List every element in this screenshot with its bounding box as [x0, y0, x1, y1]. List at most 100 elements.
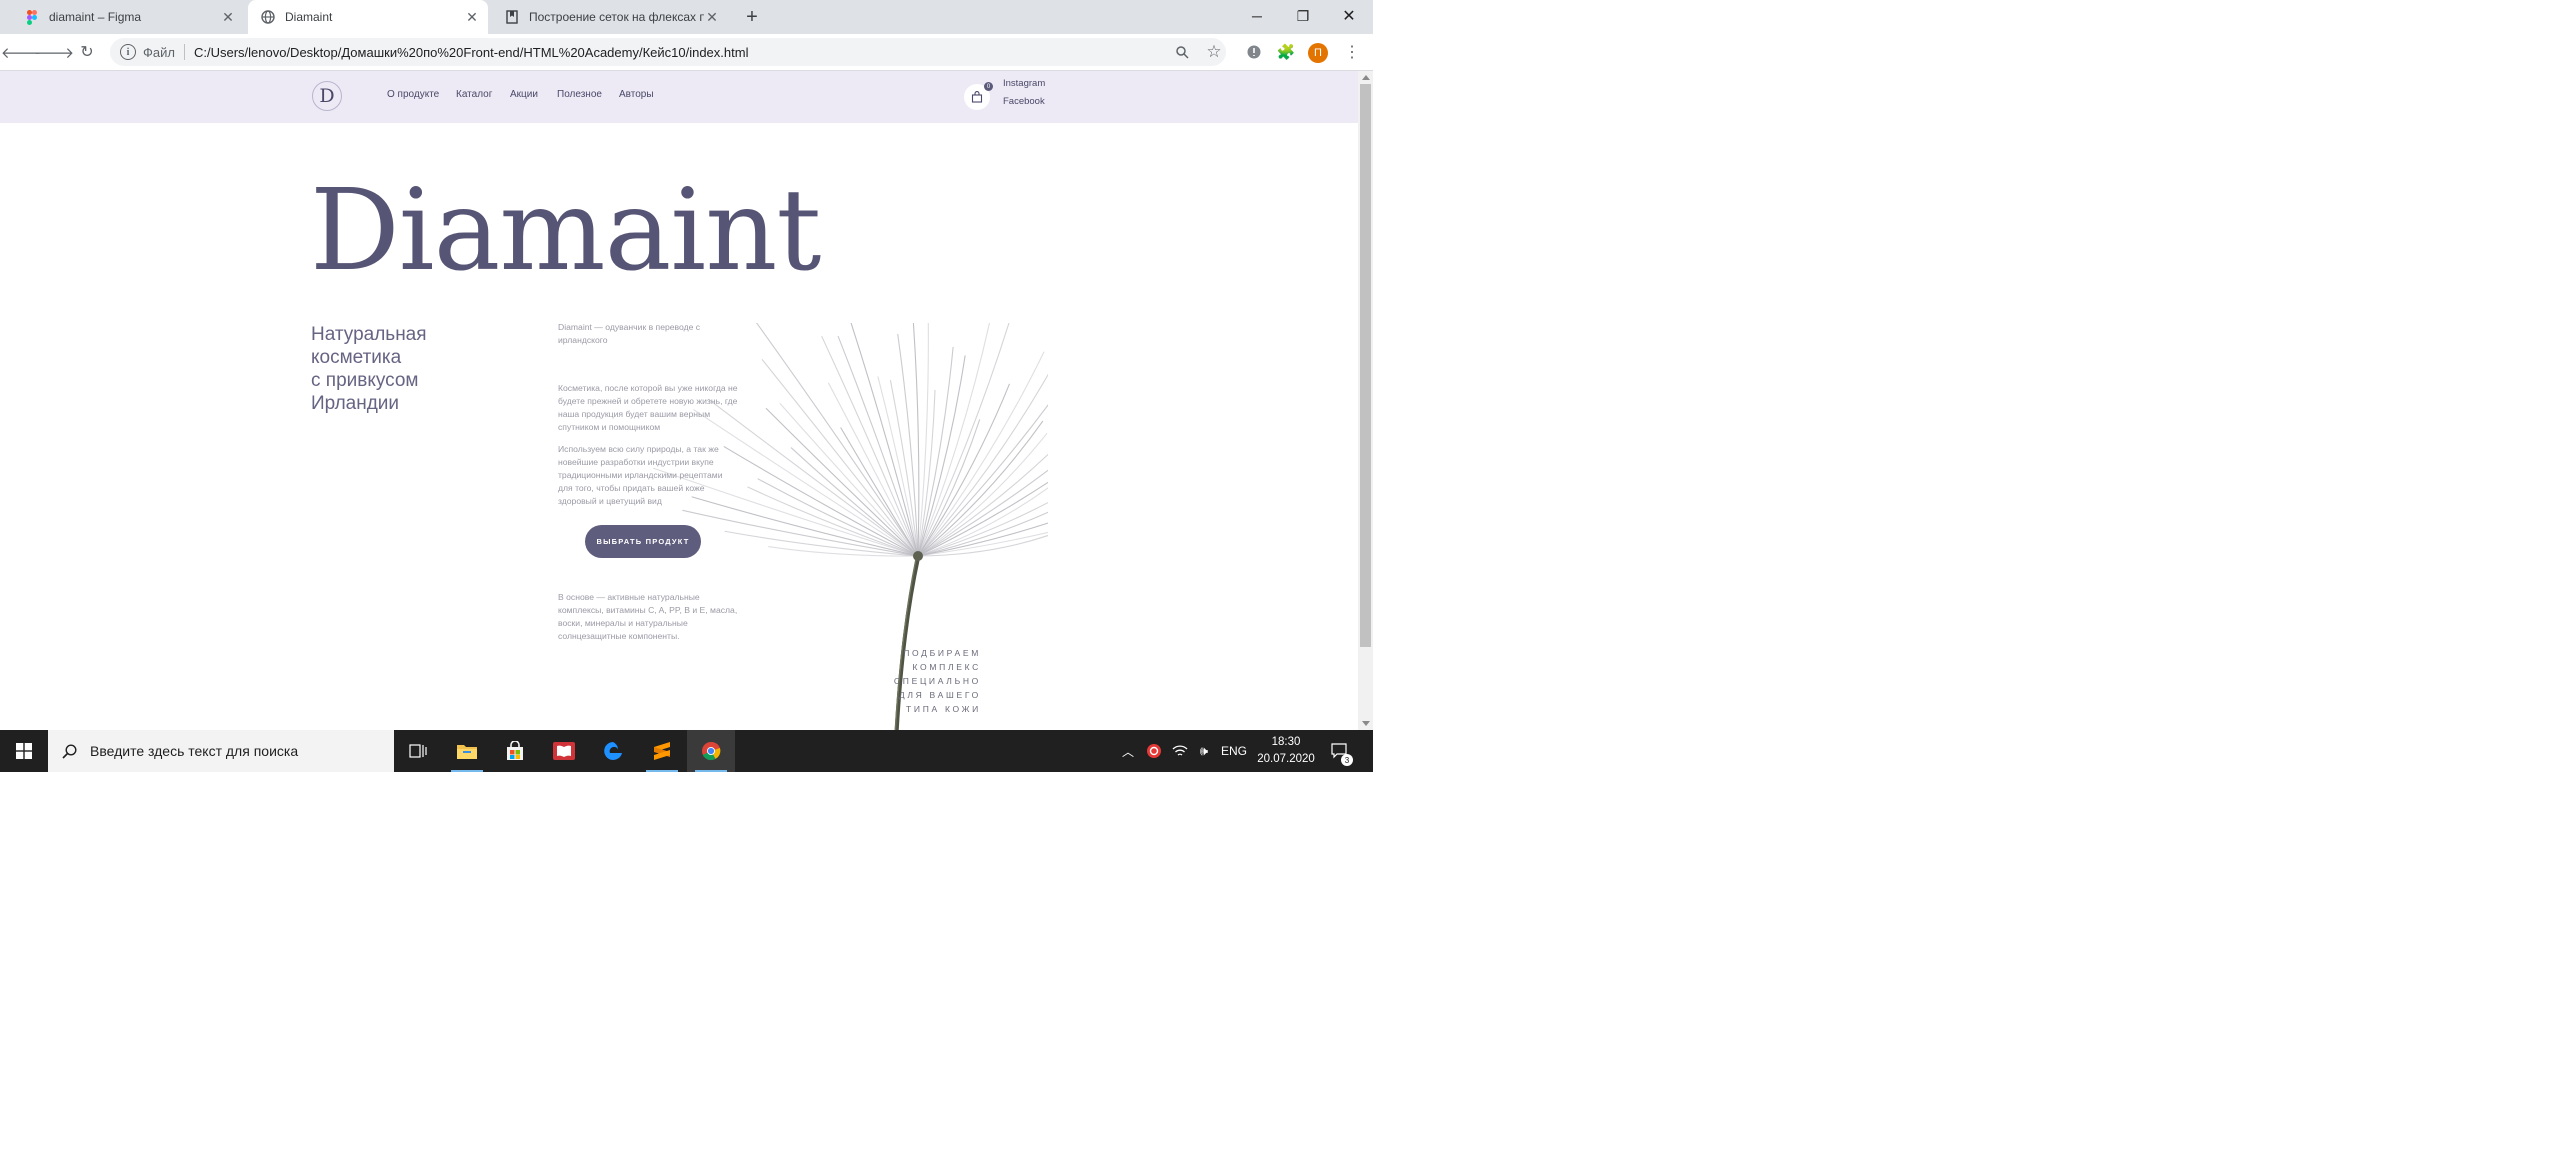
close-window-button[interactable]: ✕: [1326, 0, 1372, 32]
caption-line: СПЕЦИАЛЬНО: [893, 676, 981, 686]
tab-title: diamaint – Figma: [49, 10, 142, 24]
nav-about[interactable]: О продукте: [387, 89, 439, 100]
nav-sales[interactable]: Акции: [510, 89, 538, 100]
taskbar-app-store[interactable]: [491, 730, 539, 772]
scroll-thumb[interactable]: [1360, 84, 1371, 647]
hero-title: Diamaint: [310, 166, 821, 296]
site-header: D О продукте Каталог Акции Полезное Авто…: [0, 71, 1358, 123]
tray-volume[interactable]: 🕪: [1192, 730, 1216, 772]
side-caption: ПОДБИРАЕМ КОМПЛЕКС СПЕЦИАЛЬНО ДЛЯ ВАШЕГО…: [860, 646, 981, 716]
restore-icon: ❐: [1296, 7, 1310, 24]
site-info-icon[interactable]: i: [120, 44, 136, 60]
dandelion-ray: [917, 351, 1045, 557]
tray-network[interactable]: [1168, 730, 1192, 772]
nav-authors[interactable]: Авторы: [619, 89, 654, 100]
text-line: будете прежней и обретете новую жизнь, г…: [558, 396, 738, 406]
action-center-button[interactable]: 3: [1322, 730, 1358, 772]
tab-diamaint[interactable]: Diamaint ✕: [248, 0, 488, 34]
url-text[interactable]: C:/Users/lenovo/Desktop/Домашки%20по%20F…: [194, 45, 749, 60]
reader-icon: [553, 742, 575, 760]
taskbar-app-chrome[interactable]: [687, 730, 735, 772]
close-tab-icon[interactable]: ✕: [464, 9, 480, 25]
reload-icon: ↻: [80, 44, 94, 61]
text-line: Diamaint — одуванчик в переводе с: [558, 322, 701, 332]
zoom-button[interactable]: [1170, 40, 1194, 64]
address-bar[interactable]: i Файл C:/Users/lenovo/Desktop/Домашки%2…: [110, 38, 1226, 66]
notification-count: 3: [1341, 754, 1353, 766]
ingredients-text: В основе — активные натуральные комплекс…: [558, 591, 737, 643]
reload-button[interactable]: ↻: [75, 40, 99, 64]
taskbar-app-explorer[interactable]: [443, 730, 491, 772]
instagram-link[interactable]: Instagram: [1003, 78, 1045, 89]
choose-product-button[interactable]: ВЫБРАТЬ ПРОДУКТ: [585, 525, 701, 558]
tray-overflow-button[interactable]: ︿: [1118, 730, 1138, 772]
facebook-link[interactable]: Facebook: [1003, 96, 1045, 107]
clock-time: 18:30: [1271, 736, 1301, 748]
cart-count-badge: 0: [984, 82, 993, 91]
page-viewport: D О продукте Каталог Акции Полезное Авто…: [0, 71, 1358, 730]
dandelion-ray: [917, 383, 1011, 557]
text-line: для того, чтобы придать вашей коже: [558, 483, 705, 493]
close-tab-icon[interactable]: ✕: [704, 9, 720, 25]
store-icon: [507, 741, 523, 760]
forward-button[interactable]: 🡒: [34, 40, 74, 64]
dandelion-ray: [755, 323, 919, 557]
taskbar-clock[interactable]: 18:30 20.07.2020: [1254, 730, 1318, 772]
nav-catalog[interactable]: Каталог: [456, 89, 492, 100]
minimize-icon: ─: [1252, 8, 1262, 24]
task-view-icon: [409, 744, 427, 758]
extensions-menu-button[interactable]: 🧩: [1274, 40, 1298, 64]
intro-text: Diamaint — одуванчик в переводе с ирланд…: [558, 321, 700, 347]
site-logo[interactable]: D: [312, 81, 342, 111]
taskbar-app-sublime[interactable]: [638, 730, 686, 772]
scheme-label: Файл: [143, 44, 175, 60]
zoom-icon: [1175, 45, 1189, 59]
paragraph-nature: Используем всю силу природы, а так же но…: [558, 443, 723, 508]
text-line: наша продукция будет вашим верным: [558, 409, 711, 419]
taskbar-app-reader[interactable]: [540, 730, 588, 772]
chevron-up-icon: ︿: [1121, 744, 1134, 759]
tray-antivirus[interactable]: [1142, 730, 1166, 772]
restore-button[interactable]: ❐: [1280, 0, 1326, 32]
taskbar-search[interactable]: Введите здесь текст для поиска: [48, 730, 394, 772]
dandelion-ray: [827, 382, 919, 557]
tab-flex-grids[interactable]: Построение сеток на флексах п ✕: [492, 0, 728, 34]
page-scrollbar[interactable]: [1358, 71, 1373, 730]
new-tab-button[interactable]: +: [740, 5, 764, 29]
globe-icon: [260, 9, 276, 25]
sublime-icon: [654, 742, 670, 760]
caption-line: КОМПЛЕКС: [912, 662, 981, 672]
tab-title: Построение сеток на флексах п: [529, 10, 704, 24]
figma-icon: [24, 9, 40, 25]
speaker-icon: 🕪: [1199, 743, 1209, 758]
start-button[interactable]: [0, 730, 48, 772]
minimize-button[interactable]: ─: [1234, 0, 1280, 32]
task-view-button[interactable]: [394, 730, 442, 772]
nav-useful[interactable]: Полезное: [557, 89, 602, 100]
search-placeholder: Введите здесь текст для поиска: [90, 743, 299, 759]
browser-toolbar: 🡐 🡒 ↻ i Файл C:/Users/lenovo/Desktop/Дом…: [0, 34, 1373, 71]
edge-icon: [604, 742, 622, 760]
shopping-bag-icon: [971, 91, 983, 103]
scroll-down-icon[interactable]: [1362, 721, 1370, 726]
tagline-line: Ирландии: [311, 393, 400, 414]
puzzle-icon: 🧩: [1276, 44, 1296, 61]
file-explorer-icon: [457, 745, 477, 759]
bookmark-button[interactable]: ☆: [1202, 40, 1226, 64]
plus-icon: +: [746, 5, 758, 28]
menu-button[interactable]: ⋮: [1340, 40, 1364, 64]
paragraph-cosmetics: Косметика, после которой вы уже никогда …: [558, 382, 738, 434]
tray-language[interactable]: ENG: [1216, 730, 1252, 772]
tab-figma[interactable]: diamaint – Figma ✕: [12, 0, 244, 34]
close-tab-icon[interactable]: ✕: [220, 9, 236, 25]
profile-avatar[interactable]: П: [1308, 43, 1328, 63]
hero-tagline: Натуральная косметика с привкусом Ирланд…: [311, 323, 427, 415]
tagline-line: с привкусом: [311, 370, 419, 391]
caption-line: ПОДБИРАЕМ: [903, 648, 981, 658]
extension-button[interactable]: [1242, 40, 1266, 64]
text-line: солнцезащитные компоненты.: [558, 631, 680, 641]
scroll-up-icon[interactable]: [1362, 75, 1370, 80]
text-line: В основе — активные натуральные: [558, 592, 700, 602]
taskbar-app-edge[interactable]: [589, 730, 637, 772]
back-button[interactable]: 🡐: [1, 40, 41, 64]
